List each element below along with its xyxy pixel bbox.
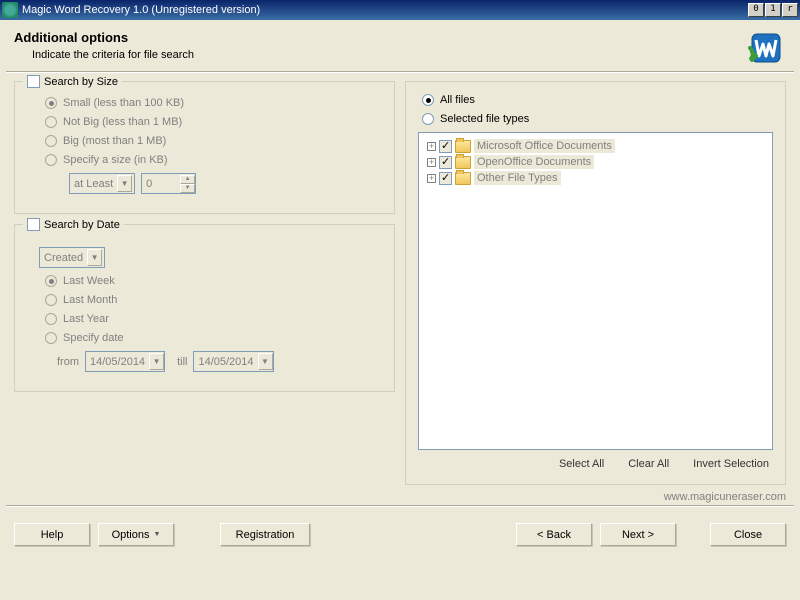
select-date-field[interactable]: Created ▼ (39, 247, 105, 268)
label-date-till: till (177, 356, 187, 368)
options-button-label: Options (112, 529, 150, 541)
spinner-down-icon[interactable]: ▼ (180, 184, 195, 193)
input-date-from[interactable]: 14/05/2014 ▼ (85, 351, 165, 372)
radio-date-lastmonth[interactable] (45, 294, 57, 306)
minimize-button[interactable] (748, 3, 764, 17)
window-title: Magic Word Recovery 1.0 (Unregistered ve… (22, 4, 748, 16)
label-date-lastweek: Last Week (63, 275, 115, 287)
checkbox-ms-office[interactable] (439, 140, 452, 153)
chevron-down-icon: ▼ (87, 249, 102, 266)
file-types-tree[interactable]: + Microsoft Office Documents + OpenOffic… (418, 132, 773, 450)
label-search-by-date: Search by Date (44, 219, 120, 231)
checkbox-search-by-size[interactable] (27, 75, 40, 88)
product-logo-icon (746, 28, 786, 68)
back-button[interactable]: < Back (516, 523, 592, 546)
close-window-button[interactable] (782, 3, 798, 17)
input-size-value-text: 0 (142, 178, 180, 190)
label-date-lastyear: Last Year (63, 313, 109, 325)
expand-icon[interactable]: + (427, 158, 436, 167)
titlebar: Magic Word Recovery 1.0 (Unregistered ve… (0, 0, 800, 20)
checkbox-search-by-date[interactable] (27, 218, 40, 231)
radio-size-small[interactable] (45, 97, 57, 109)
tree-item-openoffice[interactable]: + OpenOffice Documents (423, 155, 768, 169)
label-date-specify: Specify date (63, 332, 124, 344)
label-size-small: Small (less than 100 KB) (63, 97, 184, 109)
label-date-lastmonth: Last Month (63, 294, 117, 306)
page-header: Additional options Indicate the criteria… (0, 20, 800, 67)
chevron-down-icon: ▼ (117, 175, 132, 192)
radio-date-lastweek[interactable] (45, 275, 57, 287)
link-invert-selection[interactable]: Invert Selection (693, 458, 769, 470)
select-size-mode-value: at Least (74, 178, 113, 190)
page-subtitle: Indicate the criteria for file search (32, 49, 194, 61)
tree-label: Microsoft Office Documents (474, 139, 615, 153)
chevron-down-icon: ▼ (149, 353, 164, 370)
radio-date-lastyear[interactable] (45, 313, 57, 325)
page-title: Additional options (14, 30, 194, 45)
label-date-from: from (57, 356, 79, 368)
footer-url[interactable]: www.magicuneraser.com (0, 485, 800, 505)
app-icon (2, 2, 18, 18)
folder-icon (455, 172, 471, 185)
tree-label: Other File Types (474, 171, 561, 185)
checkbox-openoffice[interactable] (439, 156, 452, 169)
folder-icon (455, 140, 471, 153)
header-divider (6, 71, 794, 73)
tree-item-other[interactable]: + Other File Types (423, 171, 768, 185)
label-all-files: All files (440, 94, 475, 106)
input-date-till[interactable]: 14/05/2014 ▼ (193, 351, 273, 372)
radio-selected-file-types[interactable] (422, 113, 434, 125)
radio-size-notbig[interactable] (45, 116, 57, 128)
label-size-notbig: Not Big (less than 1 MB) (63, 116, 182, 128)
tree-item-ms-office[interactable]: + Microsoft Office Documents (423, 139, 768, 153)
input-size-value[interactable]: 0 ▲ ▼ (141, 173, 196, 194)
label-selected-file-types: Selected file types (440, 113, 529, 125)
label-search-by-size: Search by Size (44, 76, 118, 88)
registration-button[interactable]: Registration (220, 523, 310, 546)
link-clear-all[interactable]: Clear All (628, 458, 669, 470)
folder-icon (455, 156, 471, 169)
group-search-by-size: Search by Size Small (less than 100 KB) … (14, 81, 395, 214)
chevron-down-icon: ▼ (153, 531, 160, 538)
input-date-from-value: 14/05/2014 (90, 356, 145, 368)
radio-size-big[interactable] (45, 135, 57, 147)
footer-divider (6, 505, 794, 507)
input-date-till-value: 14/05/2014 (198, 356, 253, 368)
group-file-types: All files Selected file types + Microsof… (405, 81, 786, 485)
maximize-button[interactable] (765, 3, 781, 17)
options-button[interactable]: Options ▼ (98, 523, 174, 546)
help-button[interactable]: Help (14, 523, 90, 546)
chevron-down-icon: ▼ (258, 353, 273, 370)
next-button[interactable]: Next > (600, 523, 676, 546)
select-size-mode[interactable]: at Least ▼ (69, 173, 135, 194)
expand-icon[interactable]: + (427, 142, 436, 151)
select-date-field-value: Created (44, 252, 83, 264)
spinner-up-icon[interactable]: ▲ (180, 175, 195, 184)
label-size-big: Big (most than 1 MB) (63, 135, 166, 147)
radio-all-files[interactable] (422, 94, 434, 106)
radio-size-specify[interactable] (45, 154, 57, 166)
label-size-specify: Specify a size (in KB) (63, 154, 168, 166)
group-search-by-date: Search by Date Created ▼ Last Week Last … (14, 224, 395, 392)
expand-icon[interactable]: + (427, 174, 436, 183)
link-select-all[interactable]: Select All (559, 458, 604, 470)
checkbox-other[interactable] (439, 172, 452, 185)
radio-date-specify[interactable] (45, 332, 57, 344)
close-button[interactable]: Close (710, 523, 786, 546)
tree-label: OpenOffice Documents (474, 155, 594, 169)
